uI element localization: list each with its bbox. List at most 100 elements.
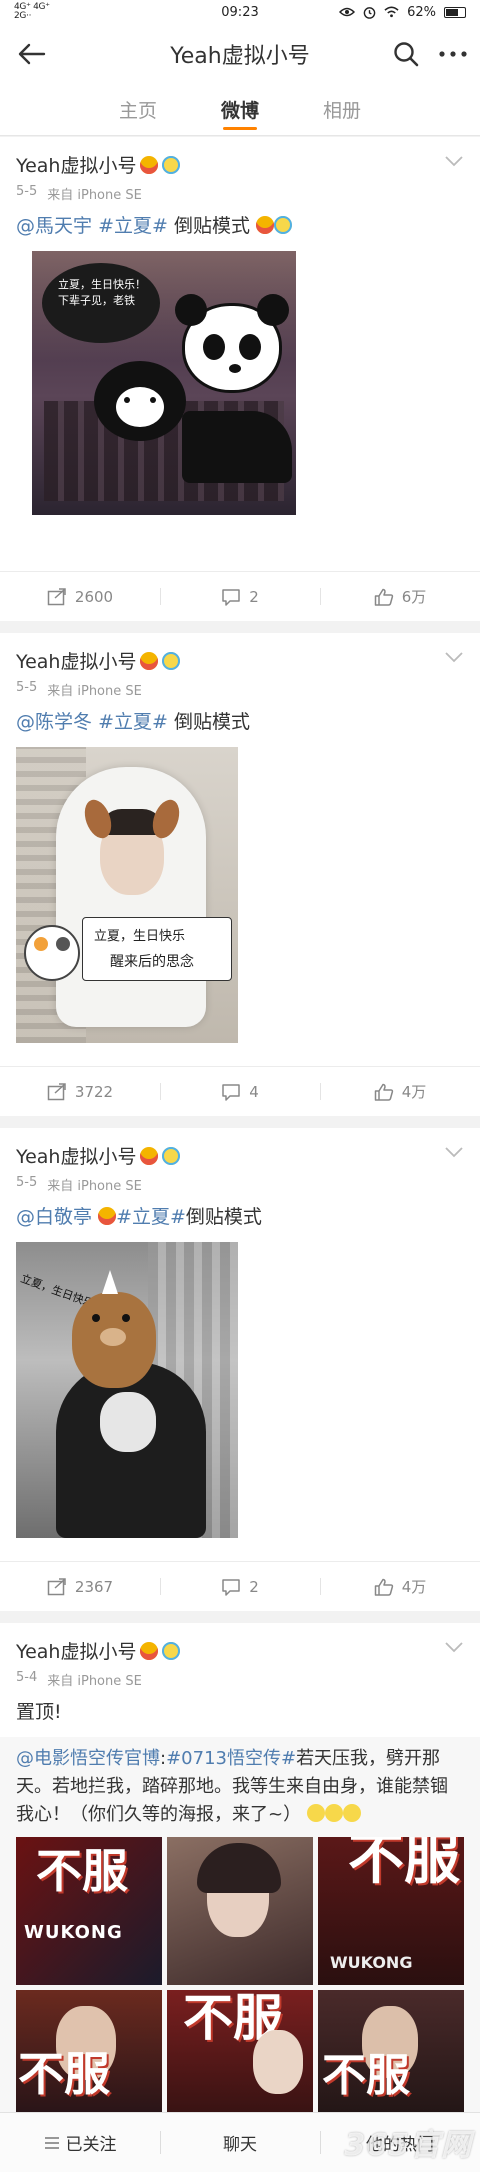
post-image[interactable]: 立夏，生日快乐 [16,1242,238,1538]
thumbs-up-icon [374,588,393,606]
mention-link[interactable]: @陈学冬 [16,711,92,733]
follow-button[interactable]: 已关注 [0,2113,160,2172]
post-body: 倒贴模式 [167,711,250,733]
poster-thumb[interactable]: 不服 WUKONG [16,1837,162,1985]
watermark-text: 365官网 [344,2128,472,2163]
bear-sticker [94,361,186,441]
post-actions: 2367 2 4万 [0,1561,480,1611]
poster-thumb[interactable] [167,1837,313,1985]
groundhog-sticker [72,1292,156,1388]
post-card[interactable]: Yeah虚拟小号 5-5 来自 iPhone SE @白敬亭 #立夏#倒贴模式 … [0,1128,480,1611]
post-image[interactable]: 立夏，生日快乐 醒来后的思念 [16,747,238,1043]
post-text: @陈学冬 #立夏# 倒贴模式 [0,699,480,737]
image-caption: 立夏，生日快乐！下辈子见，老铁 [58,278,146,307]
post-author[interactable]: Yeah虚拟小号 [16,151,464,178]
chevron-down-icon[interactable] [444,1641,464,1653]
post-author[interactable]: Yeah虚拟小号 [16,647,464,674]
thumbs-up-icon [374,1083,393,1101]
cry-emoji-icon [162,1641,181,1660]
topic-link[interactable]: #立夏# [98,711,168,733]
like-button[interactable]: 4万 [320,1562,480,1611]
arrow-left-icon [18,43,46,65]
poster-title: 不服 [36,1844,128,1898]
repost-box[interactable]: @电影悟空传官博:#0713悟空传#若天压我，劈开那天。若地拦我，踏碎那地。我等… [0,1737,480,2148]
bottom-bar: 已关注 聊天 他的热门 365官网 [0,2112,480,2172]
like-count: 6万 [401,588,427,606]
chevron-down-icon[interactable] [444,1146,464,1158]
post-meta: 5-5 来自 iPhone SE [16,680,464,699]
comment-button[interactable]: 4 [160,1067,320,1116]
post-meta: 5-5 来自 iPhone SE [16,1175,464,1194]
smile-emoji-icon [306,1804,325,1822]
post-author[interactable]: Yeah虚拟小号 [16,1142,464,1169]
post-body: 倒贴模式 [185,1206,262,1228]
smile-emoji-icon [342,1804,361,1822]
back-button[interactable] [12,34,52,74]
author-name[interactable]: Yeah虚拟小号 [16,647,136,674]
like-button[interactable]: 4万 [320,1067,480,1116]
post-actions: 3722 4 4万 [0,1066,480,1116]
tab-weibo[interactable]: 微博 [221,84,259,136]
laugh-emoji-icon [274,216,292,234]
cat-sticker [24,925,80,981]
chat-button[interactable]: 聊天 [160,2113,320,2172]
like-button[interactable]: 6万 [320,572,480,621]
mention-link[interactable]: @电影悟空传官博 [16,1748,160,1769]
topic-link[interactable]: #立夏# [98,215,168,237]
post-image[interactable]: 立夏，生日快乐！下辈子见，老铁 [32,251,296,515]
status-bar: 4G⁺ 4G⁺ 2G·· 09:23 62% [0,0,480,24]
author-name[interactable]: Yeah虚拟小号 [16,1142,136,1169]
panda-sticker [175,294,289,393]
angry-emoji-icon [256,216,274,234]
follow-label: 已关注 [65,2135,117,2155]
post-body: 置顶! [16,1701,62,1723]
repost-button[interactable]: 2367 [0,1562,160,1611]
poster-thumb[interactable]: 不服 WUKONG [318,1837,464,1985]
chevron-down-icon[interactable] [444,651,464,663]
cry-emoji-icon [162,1146,181,1165]
chevron-down-icon[interactable] [444,155,464,167]
comment-icon [222,1578,240,1596]
status-time: 09:23 [221,4,259,20]
like-count: 4万 [401,1083,427,1101]
tab-home[interactable]: 主页 [119,84,157,136]
battery-icon [444,6,466,18]
post-date: 5-5 [16,680,38,695]
like-count: 4万 [401,1578,427,1596]
cry-emoji-icon [162,651,181,670]
mention-link[interactable]: @白敬亭 [16,1206,92,1228]
author-name[interactable]: Yeah虚拟小号 [16,1637,136,1664]
repost-button[interactable]: 3722 [0,1067,160,1116]
poster-subtitle: WUKONG [330,1953,413,1972]
post-author[interactable]: Yeah虚拟小号 [16,1637,464,1664]
post-card[interactable]: Yeah虚拟小号 5-5 来自 iPhone SE @馬天宇 #立夏# 倒贴模式… [0,137,480,621]
post-card[interactable]: Yeah虚拟小号 5-4 来自 iPhone SE 置顶! @电影悟空传官博:#… [0,1623,480,2172]
nav-bar: Yeah虚拟小号 [0,24,480,84]
angry-emoji-icon [140,1641,159,1660]
repost-button[interactable]: 2600 [0,572,160,621]
author-name[interactable]: Yeah虚拟小号 [16,151,136,178]
angry-emoji-icon [140,155,159,174]
mention-link[interactable]: @馬天宇 [16,215,92,237]
comment-button[interactable]: 2 [160,572,320,621]
hooded-figure [56,767,206,1027]
post-source: 来自 iPhone SE [47,1179,142,1194]
post-text: @白敬亭 #立夏#倒贴模式 [0,1194,480,1232]
chat-label: 聊天 [223,2135,257,2155]
search-icon[interactable] [392,40,420,68]
repost-icon [47,1082,66,1100]
post-date: 5-4 [16,1670,38,1685]
poster-title: 不服 [18,2047,110,2101]
comment-count: 2 [249,1577,259,1596]
more-icon[interactable] [438,49,468,59]
angry-emoji-icon [140,1146,159,1165]
repost-count: 2367 [74,1577,114,1596]
tab-album[interactable]: 相册 [323,84,361,136]
topic-link[interactable]: #立夏# [116,1206,186,1228]
post-card[interactable]: Yeah虚拟小号 5-5 来自 iPhone SE @陈学冬 #立夏# 倒贴模式… [0,633,480,1116]
comment-button[interactable]: 2 [160,1562,320,1611]
poster-title: 不服 [322,2050,410,2101]
angry-emoji-icon [98,1207,117,1225]
topic-link[interactable]: #0713悟空传# [166,1748,296,1769]
comment-icon [222,588,240,606]
